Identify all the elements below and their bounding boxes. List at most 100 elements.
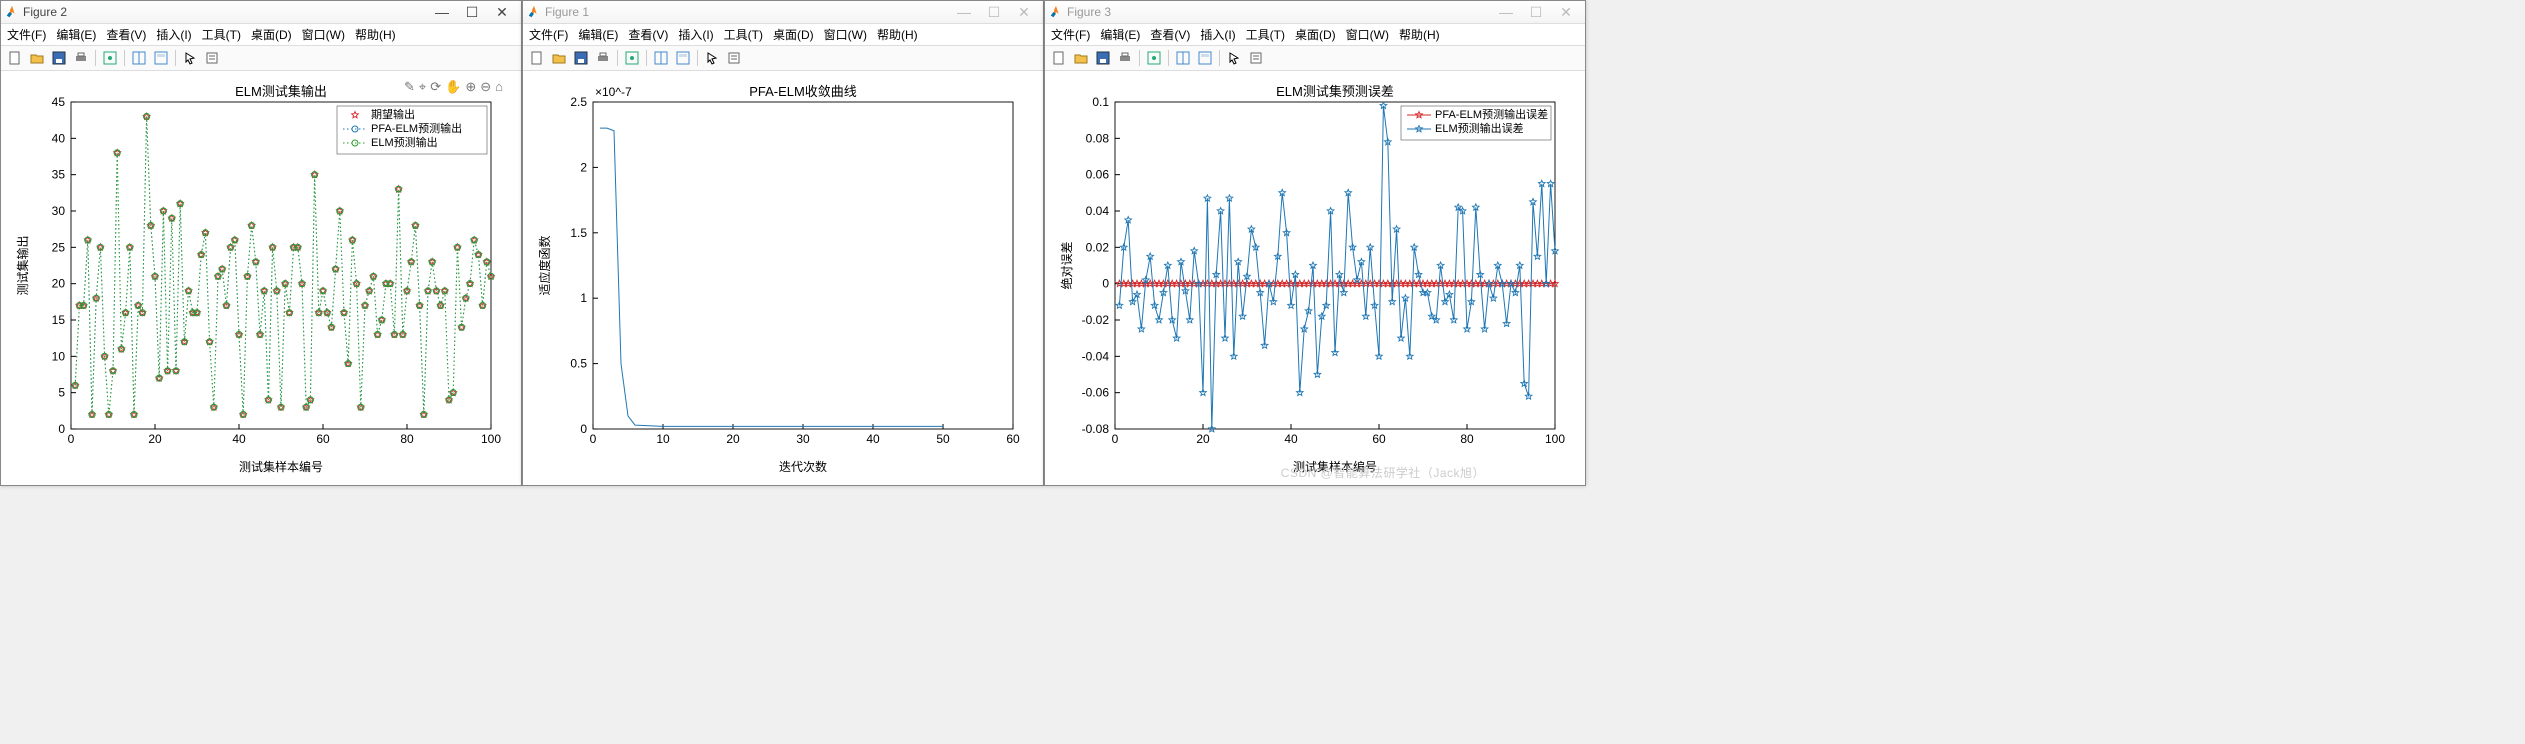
- menubar[interactable]: 文件(F) 编辑(E) 查看(V) 插入(I) 工具(T) 桌面(D) 窗口(W…: [1, 24, 521, 46]
- menu-help[interactable]: 帮助(H): [353, 26, 398, 43]
- save-icon[interactable]: [571, 48, 591, 68]
- zoomin-icon[interactable]: ⊕: [465, 79, 476, 95]
- svg-text:60: 60: [316, 432, 330, 446]
- window-title: Figure 1: [545, 5, 949, 19]
- save-icon[interactable]: [1093, 48, 1113, 68]
- menu-desktop[interactable]: 桌面(D): [249, 26, 294, 43]
- menu-insert[interactable]: 插入(I): [1198, 26, 1237, 43]
- menu-file[interactable]: 文件(F): [5, 26, 48, 43]
- menu-edit[interactable]: 编辑(E): [576, 26, 620, 43]
- open-icon[interactable]: [1071, 48, 1091, 68]
- svg-text:×10^-7: ×10^-7: [595, 85, 632, 99]
- close-button[interactable]: ✕: [1551, 3, 1581, 21]
- svg-text:-0.04: -0.04: [1082, 349, 1110, 363]
- dock-icon[interactable]: [673, 48, 693, 68]
- menu-edit[interactable]: 编辑(E): [54, 26, 98, 43]
- menubar[interactable]: 文件(F) 编辑(E) 查看(V) 插入(I) 工具(T) 桌面(D) 窗口(W…: [523, 24, 1043, 46]
- svg-text:45: 45: [52, 95, 66, 109]
- home-icon[interactable]: ⌂: [495, 79, 503, 95]
- svg-text:PFA-ELM收敛曲线: PFA-ELM收敛曲线: [749, 84, 857, 99]
- props-icon[interactable]: [1246, 48, 1266, 68]
- new-fig-icon[interactable]: [5, 48, 25, 68]
- svg-text:40: 40: [52, 131, 66, 145]
- props-icon[interactable]: [202, 48, 222, 68]
- zoomout-icon[interactable]: ⊖: [480, 79, 491, 95]
- svg-text:40: 40: [1284, 432, 1298, 446]
- print-icon[interactable]: [593, 48, 613, 68]
- data-cursor-icon[interactable]: [1144, 48, 1164, 68]
- save-icon[interactable]: [49, 48, 69, 68]
- menu-file[interactable]: 文件(F): [1049, 26, 1092, 43]
- menu-desktop[interactable]: 桌面(D): [1293, 26, 1338, 43]
- menu-tools[interactable]: 工具(T): [200, 26, 243, 43]
- svg-text:2.5: 2.5: [570, 95, 587, 109]
- plot-area: 010203040506000.511.522.5×10^-7PFA-ELM收敛…: [533, 77, 1033, 477]
- print-icon[interactable]: [71, 48, 91, 68]
- svg-text:0: 0: [580, 422, 587, 436]
- pointer-icon[interactable]: [1224, 48, 1244, 68]
- menu-edit[interactable]: 编辑(E): [1098, 26, 1142, 43]
- menu-tools[interactable]: 工具(T): [722, 26, 765, 43]
- titlebar[interactable]: Figure 2 — ☐ ✕: [1, 1, 521, 24]
- svg-text:测试集样本编号: 测试集样本编号: [239, 459, 323, 474]
- menu-help[interactable]: 帮助(H): [1397, 26, 1442, 43]
- window-title: Figure 2: [23, 5, 427, 19]
- menu-view[interactable]: 查看(V): [104, 26, 148, 43]
- pointer-icon[interactable]: [702, 48, 722, 68]
- menu-help[interactable]: 帮助(H): [875, 26, 920, 43]
- dock-icon[interactable]: [1195, 48, 1215, 68]
- menu-window[interactable]: 窗口(W): [1344, 26, 1391, 43]
- svg-text:-0.06: -0.06: [1082, 386, 1110, 400]
- data-cursor-icon[interactable]: [100, 48, 120, 68]
- menu-desktop[interactable]: 桌面(D): [771, 26, 816, 43]
- maximize-button[interactable]: ☐: [1521, 3, 1551, 21]
- menu-file[interactable]: 文件(F): [527, 26, 570, 43]
- maximize-button[interactable]: ☐: [457, 3, 487, 21]
- toolbar: [1045, 46, 1585, 71]
- minimize-button[interactable]: —: [949, 3, 979, 21]
- titlebar[interactable]: Figure 1 — ☐ ✕: [523, 1, 1043, 24]
- figure-window-3: Figure 3 — ☐ ✕ 文件(F) 编辑(E) 查看(V) 插入(I) 工…: [1044, 0, 1586, 486]
- svg-text:25: 25: [52, 240, 66, 254]
- svg-text:10: 10: [656, 432, 670, 446]
- brush-icon[interactable]: ✎: [404, 79, 415, 95]
- menubar[interactable]: 文件(F) 编辑(E) 查看(V) 插入(I) 工具(T) 桌面(D) 窗口(W…: [1045, 24, 1585, 46]
- layout-icon[interactable]: [1173, 48, 1193, 68]
- menu-view[interactable]: 查看(V): [626, 26, 670, 43]
- props-icon[interactable]: [724, 48, 744, 68]
- close-button[interactable]: ✕: [487, 3, 517, 21]
- minimize-button[interactable]: —: [1491, 3, 1521, 21]
- menu-window[interactable]: 窗口(W): [822, 26, 869, 43]
- dock-icon[interactable]: [151, 48, 171, 68]
- svg-text:20: 20: [1196, 432, 1210, 446]
- menu-tools[interactable]: 工具(T): [1244, 26, 1287, 43]
- print-icon[interactable]: [1115, 48, 1135, 68]
- rotate-icon[interactable]: ⟳: [430, 79, 441, 95]
- new-fig-icon[interactable]: [1049, 48, 1069, 68]
- cursor-icon[interactable]: ⌖: [419, 79, 426, 95]
- open-icon[interactable]: [27, 48, 47, 68]
- axes-toolbar[interactable]: ✎ ⌖ ⟳ ✋ ⊕ ⊖ ⌂: [404, 79, 503, 95]
- chart-fig2: 020406080100051015202530354045ELM测试集输出测试…: [11, 77, 511, 477]
- menu-view[interactable]: 查看(V): [1148, 26, 1192, 43]
- layout-icon[interactable]: [651, 48, 671, 68]
- layout-icon[interactable]: [129, 48, 149, 68]
- svg-text:0.06: 0.06: [1086, 168, 1110, 182]
- svg-text:ELM预测输出: ELM预测输出: [371, 135, 438, 149]
- open-icon[interactable]: [549, 48, 569, 68]
- pointer-icon[interactable]: [180, 48, 200, 68]
- pan-icon[interactable]: ✋: [445, 79, 461, 95]
- menu-insert[interactable]: 插入(I): [676, 26, 715, 43]
- data-cursor-icon[interactable]: [622, 48, 642, 68]
- chart-fig3: 020406080100-0.08-0.06-0.04-0.0200.020.0…: [1055, 77, 1575, 477]
- menu-window[interactable]: 窗口(W): [300, 26, 347, 43]
- svg-text:0.1: 0.1: [1092, 95, 1109, 109]
- new-fig-icon[interactable]: [527, 48, 547, 68]
- minimize-button[interactable]: —: [427, 3, 457, 21]
- menu-insert[interactable]: 插入(I): [154, 26, 193, 43]
- matlab-icon: [1049, 5, 1063, 19]
- maximize-button[interactable]: ☐: [979, 3, 1009, 21]
- titlebar[interactable]: Figure 3 — ☐ ✕: [1045, 1, 1585, 24]
- plot-area: 020406080100-0.08-0.06-0.04-0.0200.020.0…: [1055, 77, 1575, 477]
- close-button[interactable]: ✕: [1009, 3, 1039, 21]
